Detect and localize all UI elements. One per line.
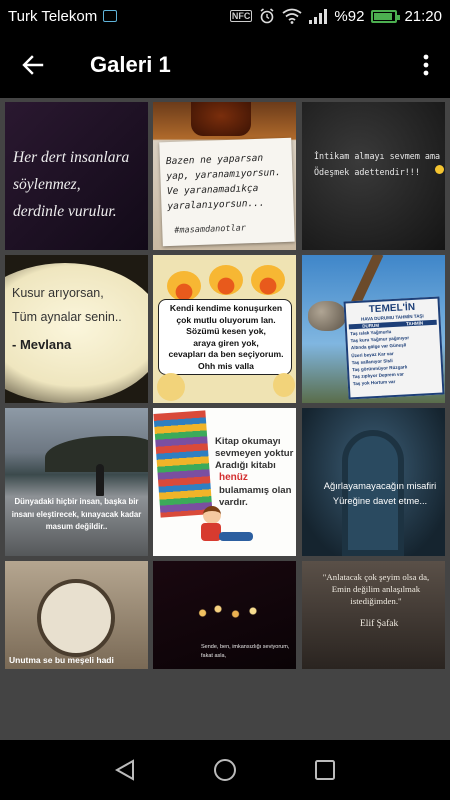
- signal-icon: [309, 8, 328, 24]
- gallery-image-7[interactable]: Dünyadaki hiçbir insan, başka bir insanı…: [5, 408, 148, 556]
- laughing-emoji-icon: [209, 265, 243, 295]
- laughing-emoji-icon: [167, 271, 201, 301]
- reading-child: [197, 506, 253, 544]
- image-caption: Bazen ne yaparsan yap, yaranamıyorsun. V…: [165, 152, 281, 213]
- nav-recents-icon[interactable]: [314, 759, 336, 781]
- child-head: [203, 506, 221, 524]
- laughing-emoji-icon: [251, 265, 285, 295]
- page-title: Galeri 1: [90, 52, 171, 77]
- arrow-left-icon: [22, 55, 44, 75]
- tea-glass: [191, 102, 251, 136]
- gallery-image-8[interactable]: Kitap okumayı sevmeyen yoktur Aradığı ki…: [153, 408, 296, 556]
- image-caption: İntikam almayı sevmem ama Ödeşmek adette…: [314, 151, 441, 177]
- image-caption: Kusur arıyorsan, Tüm aynalar senin..: [12, 286, 122, 324]
- cool-face-emoji-icon: [435, 165, 444, 174]
- smile-emoji-icon: [273, 373, 295, 397]
- overflow-menu-button[interactable]: [402, 32, 450, 98]
- gallery-image-6[interactable]: TEMEL'İN HAVA DURUMU TAHMİN TAŞI DURUM T…: [302, 255, 445, 403]
- hanging-rock: [308, 301, 346, 331]
- note-paper: Bazen ne yaparsan yap, yaranamıyorsun. V…: [159, 137, 295, 247]
- gallery-image-9[interactable]: Ağırlayamayacağın misafiri Yüreğine dave…: [302, 408, 445, 556]
- clock-face: [37, 579, 115, 657]
- nfc-icon: NFC: [229, 10, 253, 22]
- battery-icon: [371, 9, 401, 23]
- image-hashtag: #masamdanotlar: [174, 223, 247, 236]
- system-nav-bar: [0, 740, 450, 800]
- gallery-image-4[interactable]: Kusur arıyorsan, Tüm aynalar senin.. - M…: [5, 255, 148, 403]
- carrier-name: Turk Telekom: [8, 7, 98, 25]
- book-stack: [153, 410, 213, 518]
- image-author: Elif Şafak: [360, 619, 399, 629]
- smile-emoji-icon: [157, 373, 185, 401]
- sign-col2: TAHMİN: [405, 320, 424, 327]
- status-bar: Turk Telekom NFC %92 21:20: [0, 0, 450, 32]
- gallery-image-10[interactable]: Unutma se bu meşeli hadi: [5, 561, 148, 669]
- sign-col1: DURUM: [362, 322, 380, 329]
- image-caption: Dünyadaki hiçbir insan, başka bir insanı…: [11, 497, 142, 531]
- image-caption: Kitap okumayı sevmeyen yoktur Aradığı ki…: [215, 436, 294, 471]
- image-author: - Mevlana: [12, 337, 72, 352]
- gallery-image-2[interactable]: Bazen ne yaparsan yap, yaranamıyorsun. V…: [153, 102, 296, 250]
- gallery-image-5[interactable]: Kendi kendime konuşurken çok mutlu oluyo…: [153, 255, 296, 403]
- gallery-content: Her dert insanlara söylenmez, derdinle v…: [0, 98, 450, 740]
- child-legs: [219, 532, 253, 541]
- more-vertical-icon: [423, 54, 429, 76]
- gallery-image-1[interactable]: Her dert insanlara söylenmez, derdinle v…: [5, 102, 148, 250]
- image-caption: Unutma se bu meşeli hadi: [9, 655, 114, 665]
- app-bar: Galeri 1: [0, 32, 450, 98]
- image-highlight: henüz: [219, 472, 248, 483]
- alarm-icon: [260, 8, 274, 24]
- sign-board: TEMEL'İN HAVA DURUMU TAHMİN TAŞI DURUM T…: [343, 296, 445, 400]
- nav-back-icon[interactable]: [114, 758, 136, 782]
- heart-bokeh: [197, 603, 267, 623]
- clock: 21:20: [404, 7, 442, 25]
- image-caption: Sende, ben, imkansızlığı seviyorum, faka…: [201, 644, 290, 659]
- speech-bubble: Kendi kendime konuşurken çok mutlu oluyo…: [158, 299, 292, 375]
- gallery-image-12[interactable]: "Anlatacak çok şeyim olsa da, Emin değil…: [302, 561, 445, 669]
- image-notification-icon: [103, 10, 118, 22]
- back-button[interactable]: [0, 32, 66, 98]
- image-caption: Ağırlayamayacağın misafiri Yüreğine dave…: [323, 480, 437, 506]
- child-body: [201, 523, 221, 541]
- image-caption: Kendi kendime konuşurken çok mutlu oluyo…: [168, 303, 284, 371]
- status-icons: NFC %92 21:20: [229, 7, 442, 25]
- person-silhouette: [96, 464, 104, 496]
- sign-rows: Taş ıslak Yağmurlu Taş kuru Yağmur yağmıy…: [347, 326, 442, 388]
- image-caption: "Anlatacak çok şeyim olsa da, Emin değil…: [322, 572, 430, 606]
- battery-percent: %92: [334, 7, 365, 25]
- wifi-icon: [282, 8, 302, 24]
- image-caption: Her dert insanlara söylenmez, derdinle v…: [13, 149, 130, 220]
- nav-home-icon[interactable]: [213, 758, 237, 782]
- gallery-image-11[interactable]: Sende, ben, imkansızlığı seviyorum, faka…: [153, 561, 296, 669]
- gallery-image-3[interactable]: İntikam almayı sevmem ama Ödeşmek adette…: [302, 102, 445, 250]
